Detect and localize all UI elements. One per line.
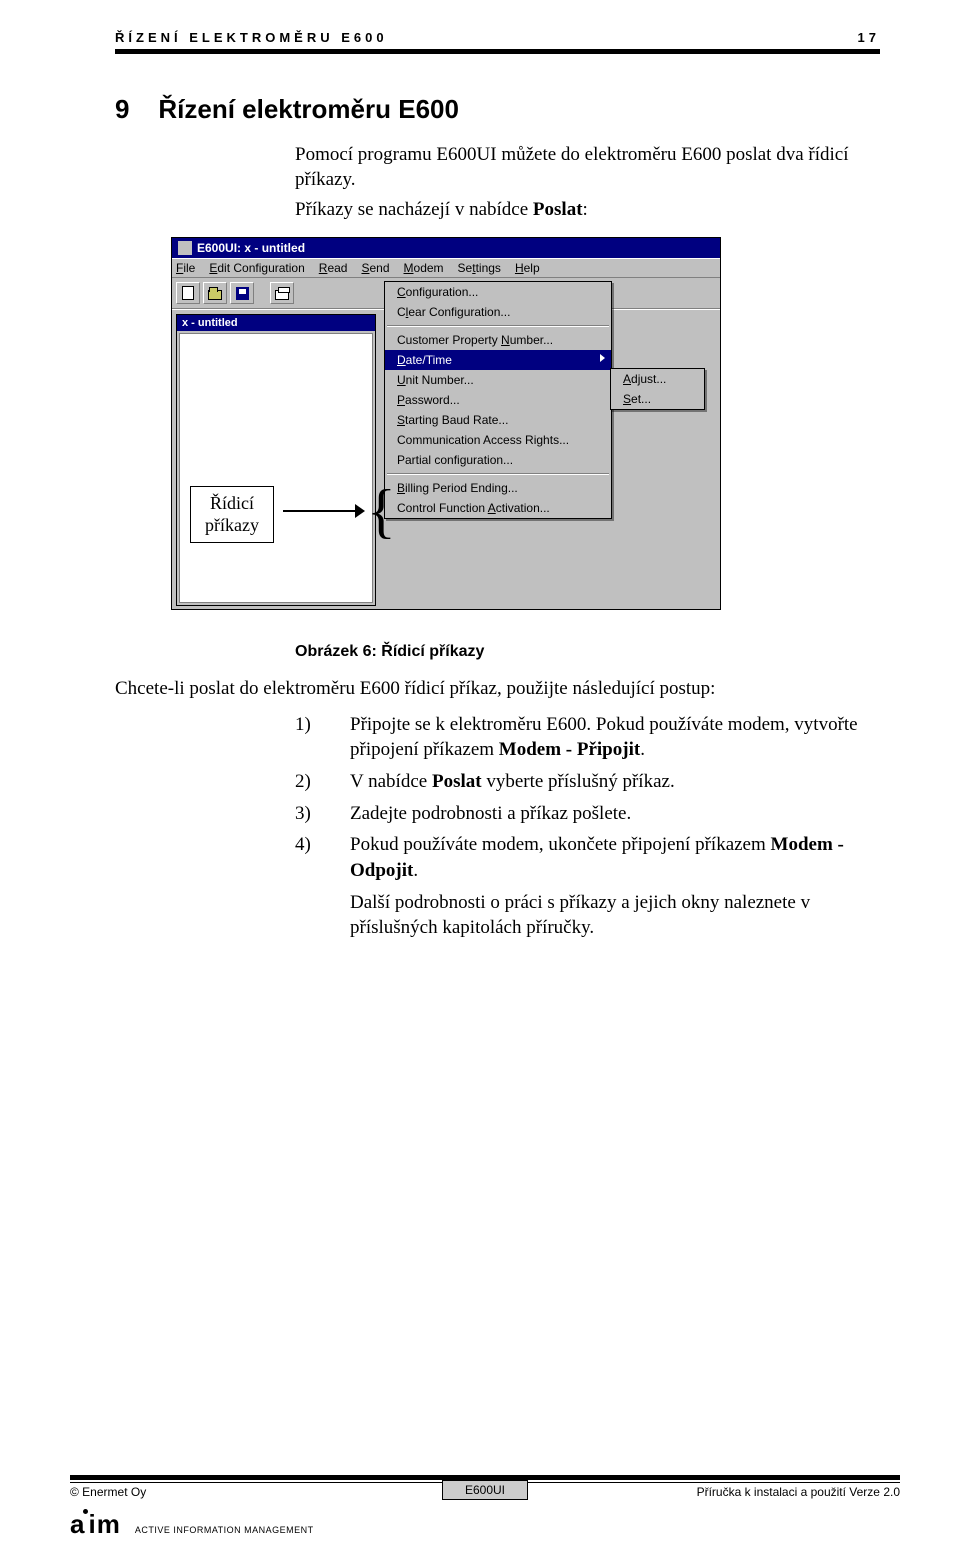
menu-file[interactable]: File [176, 261, 195, 275]
callout-arrow-icon [355, 504, 365, 518]
footer-right: Příručka k instalaci a použití Verze 2.0 [697, 1485, 900, 1499]
callout-connector [283, 510, 361, 512]
window-frame: E600UI: x - untitled File Edit Configura… [171, 237, 721, 610]
mi-unit-number[interactable]: Unit Number... [385, 370, 611, 390]
send-menu-popup[interactable]: Configuration... Clear Configuration... … [384, 281, 612, 519]
section-number: 9 [115, 94, 129, 124]
mi-billing-period-ending[interactable]: Billing Period Ending... [385, 478, 611, 498]
datetime-submenu-popup[interactable]: Adjust... Set... [610, 368, 705, 410]
logo-dot-icon [83, 1509, 88, 1514]
header-divider [115, 49, 880, 54]
intro-text: Pomocí programu E600UI můžete do elektro… [295, 143, 880, 192]
print-button[interactable] [270, 282, 294, 304]
save-button[interactable] [230, 282, 254, 304]
list-item: 4) Pokud používáte modem, ukončete připo… [295, 832, 880, 883]
page-footer: E600UI © Enermet Oy Příručka k instalaci… [70, 1475, 900, 1540]
steps-list: 1) Připojte se k elektroměru E600. Pokud… [295, 712, 880, 884]
mi-adjust[interactable]: Adjust... [611, 369, 704, 389]
mi-date-time[interactable]: Date/Time [385, 350, 611, 370]
new-button[interactable] [176, 282, 200, 304]
callout-label: Řídicí příkazy [190, 486, 274, 543]
menu-separator [387, 325, 609, 327]
save-disk-icon [236, 287, 249, 300]
submenu-arrow-icon [600, 354, 605, 362]
new-file-icon [182, 286, 194, 300]
system-icon [178, 241, 192, 255]
menu-modem[interactable]: Modem [404, 261, 444, 275]
mi-password[interactable]: Password... [385, 390, 611, 410]
mi-starting-baud-rate[interactable]: Starting Baud Rate... [385, 410, 611, 430]
list-item: 3) Zadejte podrobnosti a příkaz pošlete. [295, 801, 880, 827]
menu-settings[interactable]: Settings [458, 261, 501, 275]
footer-left: © Enermet Oy [70, 1485, 146, 1499]
page-number: 17 [858, 30, 880, 45]
mi-set[interactable]: Set... [611, 389, 704, 409]
list-item: 2) V nabídce Poslat vyberte příslušný př… [295, 769, 880, 795]
menu-send[interactable]: Send [361, 261, 389, 275]
window-title: E600UI: x - untitled [197, 241, 305, 255]
mi-configuration[interactable]: Configuration... [385, 282, 611, 302]
running-header: ŘÍZENÍ ELEKTROMĚRU E600 17 [115, 30, 880, 49]
footer-divider [70, 1475, 900, 1480]
menu-bar[interactable]: File Edit Configuration Read Send Modem … [172, 258, 720, 278]
printer-icon [275, 290, 289, 300]
mi-control-function-activation[interactable]: Control Function Activation... [385, 498, 611, 518]
aim-logo-subtitle: ACTIVE INFORMATION MANAGEMENT [135, 1525, 314, 1535]
section-heading: 9 Řízení elektroměru E600 [115, 94, 880, 125]
mi-partial-configuration[interactable]: Partial configuration... [385, 450, 611, 470]
procedure-intro: Chcete-li poslat do elektroměru E600 říd… [115, 677, 880, 702]
open-folder-icon [208, 290, 222, 300]
open-button[interactable] [203, 282, 227, 304]
running-title: ŘÍZENÍ ELEKTROMĚRU E600 [115, 30, 388, 45]
mi-clear-configuration[interactable]: Clear Configuration... [385, 302, 611, 322]
child-window: x - untitled [176, 314, 376, 606]
footer-logo-block: aim ACTIVE INFORMATION MANAGEMENT [70, 1509, 900, 1540]
aim-logo: aim [70, 1509, 121, 1540]
list-item: 1) Připojte se k elektroměru E600. Pokud… [295, 712, 880, 763]
menu-read[interactable]: Read [319, 261, 348, 275]
brace-icon: { [367, 481, 396, 541]
child-window-client [179, 333, 373, 603]
title-bar: E600UI: x - untitled [172, 238, 720, 258]
menu-edit-config[interactable]: Edit Configuration [209, 261, 304, 275]
section-title: Řízení elektroměru E600 [158, 94, 459, 124]
child-window-title: x - untitled [177, 315, 375, 331]
menu-separator [387, 473, 609, 475]
screenshot-figure: Řídicí příkazy { E600UI: x - untitled Fi… [115, 229, 880, 629]
menu-help[interactable]: Help [515, 261, 540, 275]
closing-text: Další podrobnosti o práci s příkazy a je… [350, 890, 880, 941]
lead-sentence: Příkazy se nacházejí v nabídce Poslat: [295, 198, 880, 223]
mi-comm-access-rights[interactable]: Communication Access Rights... [385, 430, 611, 450]
mi-customer-property-number[interactable]: Customer Property Number... [385, 330, 611, 350]
figure-caption: Obrázek 6: Řídicí příkazy [295, 643, 880, 661]
